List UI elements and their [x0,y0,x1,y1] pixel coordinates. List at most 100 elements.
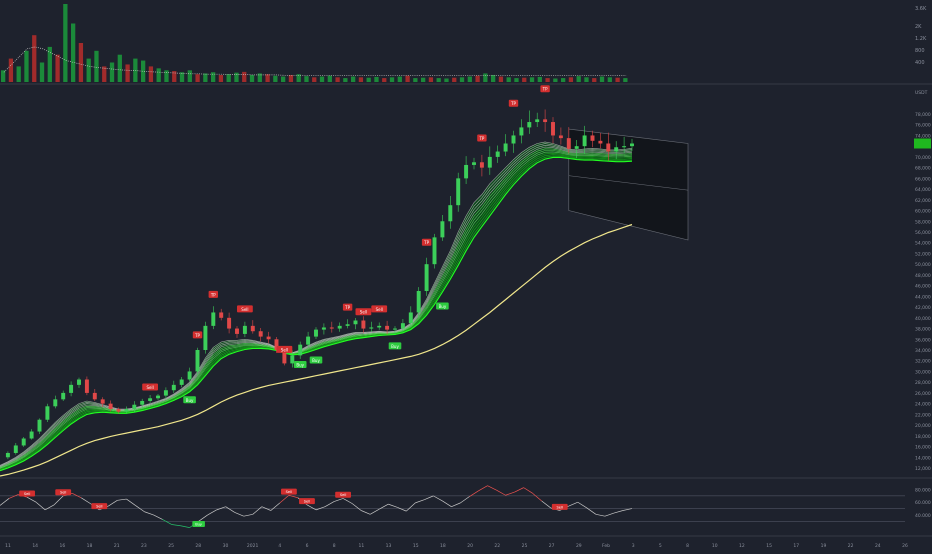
chart-canvas[interactable]: 3.6K2K1.2K800400 USDT78,00076,00074,0007… [0,0,932,550]
oscillator-segment [207,509,217,516]
price-panel: USDT78,00076,00074,00072,00070,00068,000… [0,85,932,479]
volume-tick-label: 800 [915,48,925,54]
candle-body [187,371,192,380]
time-tick-label: 27 [549,543,555,549]
candle-body [314,329,318,337]
volume-bar [351,76,356,82]
price-tick-label: 70,000 [915,155,931,161]
oscillator-segment [252,506,263,515]
candle-body [385,325,390,330]
ribbon-line [0,143,633,467]
oscillator-segment [162,519,172,525]
time-tick-label: 15 [413,543,419,549]
price-tick-label: 58,000 [915,219,931,225]
candle-body [558,135,563,139]
time-tick-label: 25 [168,543,174,549]
oscillator-segment [81,497,91,504]
volume-bar [498,76,504,82]
candle-body [84,379,89,393]
volume-background [0,0,932,84]
volume-bar [529,77,535,82]
signal-text: Sell [60,491,67,495]
volume-bar [475,75,480,82]
price-tick-label: 12,000 [915,466,931,472]
candle-body [337,325,342,329]
candle-body [298,344,303,356]
signal-text: Buy [312,358,320,363]
time-tick-label: 23 [141,543,147,549]
volume-bar [8,58,14,82]
candle-body [416,291,421,313]
signal-text: Sell [557,505,564,509]
price-tick-label: 30,000 [915,369,931,375]
candle-body [622,146,627,148]
volume-bar [288,74,294,82]
volume-bar [413,78,418,82]
candle-body [590,135,595,141]
signal-text: Sell [304,500,311,504]
price-tick-label: 42,000 [915,305,931,311]
volume-bar [514,78,519,82]
signal-text: Buy [439,304,447,309]
volume-bar [312,77,317,82]
candle-body [377,325,382,328]
volume-bar [242,71,247,82]
oscillator-segment [460,496,470,504]
volume-bar [1,70,6,82]
oscillator-segment [342,498,353,504]
time-tick-label: Feb [602,543,610,549]
price-tick-label: 54,000 [915,241,931,247]
oscillator-segment [324,501,335,507]
trading-chart[interactable]: 3.6K 2K 1.2K 800 400 USDT 78,000 76,000 74,000 7… [0,0,932,550]
time-tick-label: 4 [278,543,281,549]
ribbon-lower-edge [0,156,633,472]
candle-body [456,178,461,206]
volume-panel: 3.6K 2K 1.2K 800 400 [0,0,932,85]
time-tick-label: 3 [632,543,635,549]
candle-body [179,379,184,385]
candle-body [195,350,200,372]
candle-body [448,205,453,222]
signal-text: TP [344,305,350,310]
volume-bar [218,74,224,82]
volume-bar [273,75,278,82]
oscillator-segment [496,489,506,496]
volume-bar [366,77,371,82]
signal-text: TP [478,136,484,141]
volume-bar [32,35,37,82]
time-tick-label: 22 [494,543,500,549]
volume-bar [148,66,154,82]
volume-bar [71,23,76,82]
time-axis: 11 14 16 18 21 23 25 28 30 2021 4 6 8 11 13 15 18 20 22 25 2… [5,543,908,549]
candle-body [321,327,326,330]
price-tick-label: 66,000 [915,176,931,182]
candle-body [464,164,469,179]
signal-text: Sell [146,385,153,390]
volume-bar [319,76,325,82]
candle-body [163,390,168,396]
oscillator-segment [595,513,605,517]
volume-bar [491,74,496,82]
candle-body [116,409,121,412]
price-tick-label: 22,000 [915,412,931,418]
volume-bar [335,77,340,82]
time-tick-label: 17 [793,543,799,549]
ribbon-line [0,146,633,468]
oscillator-segment [361,510,371,515]
candle-body [219,312,224,318]
candle-body [472,162,476,165]
price-tick-label: 32,000 [915,359,931,365]
candle-body [171,384,176,391]
price-tick-label: 28,000 [915,380,931,386]
candle-body [369,327,374,329]
oscillator-segment [270,502,281,511]
time-tick-label: 2021 [247,543,259,549]
candle-body [329,327,334,329]
time-tick-label: 10 [712,543,718,549]
volume-bar [599,76,605,82]
price-tick-label: 26,000 [915,391,931,397]
oscillator-segment [234,512,244,517]
volume-bar [249,74,255,82]
candle-body [124,409,129,412]
oscillator-segment [586,507,597,515]
